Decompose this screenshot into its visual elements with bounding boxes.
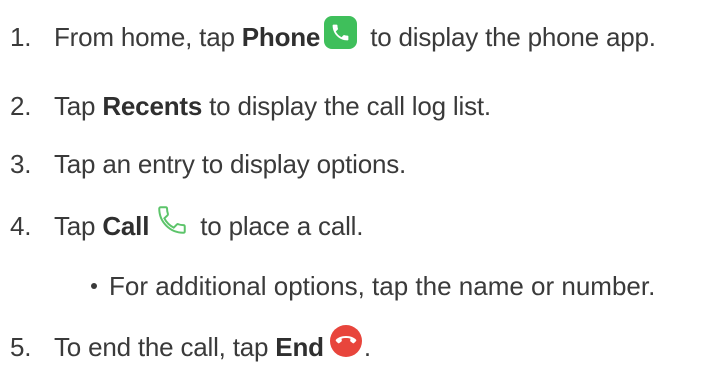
step-text-end: to place a call. — [193, 210, 364, 241]
step-text: Tap — [54, 90, 103, 121]
step-4: 4. Tap Call to place a call. — [0, 206, 364, 244]
step-number: 3. — [10, 148, 32, 179]
step-1: 1. From home, tap Phone to display the p… — [0, 15, 656, 55]
step-number: 2. — [10, 90, 32, 121]
end-call-icon — [329, 325, 362, 357]
step-text: From home, tap — [54, 21, 242, 52]
step-keyword: Call — [102, 210, 150, 241]
step-text-end: . — [363, 331, 371, 362]
phone-app-icon — [324, 15, 358, 49]
step-keyword: Phone — [241, 21, 321, 52]
substep-bullet: For additional options, tap the name or … — [0, 268, 655, 304]
step-text: To end the call, tap — [54, 331, 276, 362]
substep-text: For additional options, tap the name or … — [109, 270, 656, 301]
step-text-end: to display the phone app. — [363, 21, 656, 52]
step-text: Tap — [54, 210, 103, 241]
step-number: 1. — [10, 21, 32, 52]
step-number: 5. — [10, 331, 32, 362]
step-3: 3. Tap an entry to display options. — [0, 146, 406, 182]
step-text-end: to display the call log list. — [202, 90, 491, 121]
instruction-list: 1. From home, tap Phone to display the p… — [0, 0, 714, 383]
step-keyword: End — [275, 331, 324, 362]
step-text: Tap an entry to display options. — [54, 148, 407, 179]
step-number: 4. — [10, 210, 32, 241]
step-keyword: Recents — [102, 90, 203, 121]
call-handset-icon — [155, 203, 189, 237]
bullet-dot — [91, 283, 97, 289]
step-2: 2. Tap Recents to display the call log l… — [0, 88, 491, 124]
step-5: 5. To end the call, tap End . — [0, 325, 371, 365]
